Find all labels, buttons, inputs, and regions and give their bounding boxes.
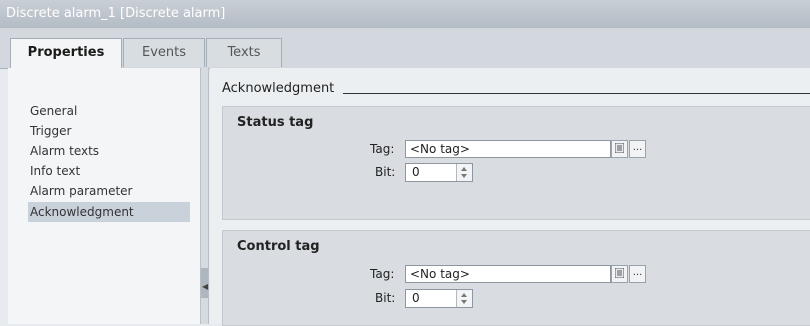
list-icon — [614, 267, 625, 279]
window-title: Discrete alarm_1 [Discrete alarm] — [6, 6, 226, 21]
control-tag-input[interactable]: <No tag> — [405, 265, 611, 283]
status-tag-more-button[interactable]: ... — [629, 140, 646, 158]
control-bit-stepper[interactable]: 0 — [405, 289, 473, 308]
status-tag-label: Tag: — [370, 142, 395, 156]
nav-item-alarm-parameter[interactable]: Alarm parameter — [30, 181, 190, 201]
list-icon — [614, 142, 625, 154]
tab-events[interactable]: Events — [123, 38, 205, 67]
section-title: Acknowledgment — [222, 81, 335, 96]
vertical-scrollbar[interactable]: ◀ — [200, 68, 209, 324]
nav-item-general[interactable]: General — [30, 101, 190, 121]
ellipsis-icon: ... — [632, 267, 643, 278]
nav-item-alarm-texts[interactable]: Alarm texts — [30, 141, 190, 161]
tab-texts[interactable]: Texts — [206, 38, 282, 67]
section-divider — [343, 93, 810, 94]
spinner-icon[interactable] — [456, 290, 472, 307]
status-tag-list-button[interactable] — [611, 140, 628, 158]
spinner-icon[interactable] — [456, 164, 472, 181]
ellipsis-icon: ... — [632, 142, 643, 153]
control-bit-value: 0 — [412, 291, 420, 305]
window-title-bar: Discrete alarm_1 [Discrete alarm] — [0, 0, 810, 28]
status-tag-group: Status tag Tag: <No tag> ... Bit: 0 — [222, 106, 810, 220]
nav-item-acknowledgment[interactable]: Acknowledgment — [28, 202, 190, 222]
control-tag-title: Control tag — [237, 239, 320, 254]
control-tag-group: Control tag Tag: <No tag> ... Bit: 0 — [222, 230, 810, 326]
status-bit-stepper[interactable]: 0 — [405, 163, 473, 182]
nav-item-info-text[interactable]: Info text — [30, 161, 190, 181]
control-tag-list-button[interactable] — [611, 265, 628, 283]
control-tag-more-button[interactable]: ... — [629, 265, 646, 283]
control-bit-label: Bit: — [375, 291, 396, 305]
status-tag-title: Status tag — [237, 115, 314, 130]
navigation-pane: General Trigger Alarm texts Info text Al… — [8, 68, 201, 324]
control-tag-label: Tag: — [370, 267, 395, 281]
status-bit-value: 0 — [412, 165, 420, 179]
tab-properties[interactable]: Properties — [10, 38, 122, 69]
status-tag-input[interactable]: <No tag> — [405, 140, 611, 158]
tab-strip: Properties Events Texts — [0, 28, 810, 69]
nav-item-trigger[interactable]: Trigger — [30, 121, 190, 141]
status-bit-label: Bit: — [375, 165, 396, 179]
scroll-left-arrow-icon[interactable]: ◀ — [202, 282, 208, 291]
